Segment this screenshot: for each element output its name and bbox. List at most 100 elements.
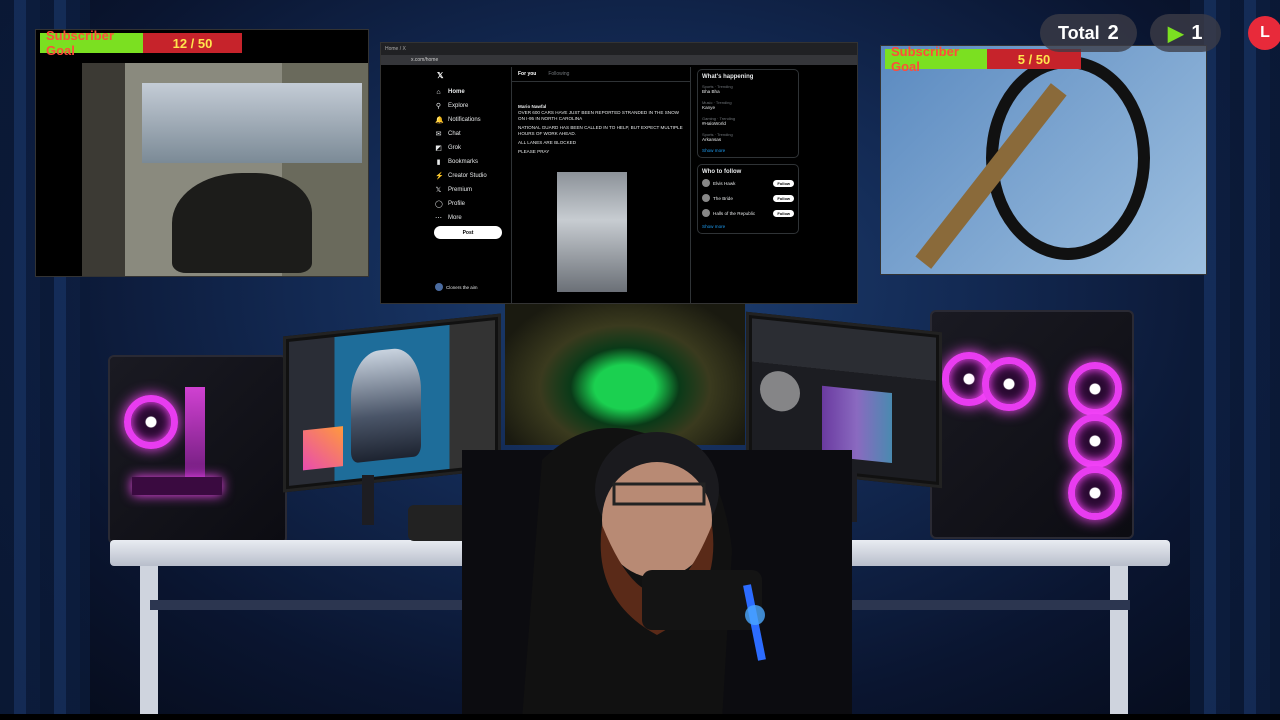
game-feed-left: Subscriber Goal 12 / 50 bbox=[35, 29, 369, 277]
play-value: 1 bbox=[1191, 21, 1203, 44]
post-button[interactable]: Post bbox=[434, 226, 502, 239]
nav-item-chat[interactable]: ✉ Chat bbox=[435, 127, 507, 141]
person-icon: ◯ bbox=[435, 201, 443, 208]
fan-light bbox=[1068, 466, 1122, 520]
goal-label: Subscriber Goal bbox=[891, 45, 959, 74]
bookmark-icon: ▮ bbox=[436, 159, 441, 166]
play-counter: ▶ 1 bbox=[1150, 14, 1221, 52]
trend-item[interactable]: Gaming · Trending #HaloWorld bbox=[702, 116, 794, 126]
nav-item-premium[interactable]: 𝕏 Premium bbox=[435, 183, 507, 197]
tweet-author[interactable]: Mario Nawfal bbox=[518, 104, 546, 109]
lightning-icon: ⚡ bbox=[435, 173, 444, 180]
total-label: Total bbox=[1058, 22, 1100, 43]
nav-item-profile[interactable]: ◯ Profile bbox=[435, 197, 507, 211]
x-feed: For you Following Mario Nawfal OVER 600 … bbox=[511, 67, 691, 303]
nav-label: Creator Studio bbox=[448, 173, 487, 179]
tweet-video[interactable] bbox=[557, 172, 627, 292]
nav-item-more[interactable]: ⋯ More bbox=[435, 211, 507, 225]
url-text: x.com/home bbox=[411, 57, 439, 63]
home-icon: ⌂ bbox=[436, 88, 441, 96]
account-name: Cloners the aim bbox=[446, 284, 478, 290]
nav-item-home[interactable]: ⌂ Home bbox=[435, 85, 507, 99]
fan-light bbox=[1068, 362, 1122, 416]
nav-item-bookmarks[interactable]: ▮ Bookmarks bbox=[435, 155, 507, 169]
address-bar[interactable]: x.com/home bbox=[381, 55, 857, 65]
nav-item-explore[interactable]: ⚲ Explore bbox=[435, 99, 507, 113]
tweet-line: NATIONAL GUARD HAS BEEN CALLED IN TO HEL… bbox=[518, 125, 683, 136]
game-feed-right: Subscriber Goal 5 / 50 bbox=[880, 45, 1207, 275]
fan-light bbox=[124, 395, 178, 449]
follow-button[interactable]: Follow bbox=[773, 179, 794, 187]
tweet[interactable]: Mario Nawfal OVER 600 CARS HAVE JUST BEE… bbox=[512, 100, 690, 159]
goal-progress: 12 / 50 bbox=[172, 35, 213, 51]
follow-title: Who to follow bbox=[702, 169, 742, 175]
total-value: 2 bbox=[1107, 21, 1119, 44]
nav-label: Notifications bbox=[448, 117, 481, 123]
nav-item-grok[interactable]: ◩ Grok bbox=[435, 141, 507, 155]
tab-for-you[interactable]: For you bbox=[518, 71, 536, 77]
bell-icon: 🔔 bbox=[435, 117, 444, 124]
tweet-line: PLEASE PRAY bbox=[518, 149, 550, 154]
nav-label: Grok bbox=[448, 145, 462, 151]
nav-label: Home bbox=[448, 89, 465, 95]
subscriber-goal-right: Subscriber Goal 5 / 50 bbox=[885, 46, 1081, 74]
feed-tabs: For you Following bbox=[512, 67, 690, 82]
account-switcher[interactable]: Cloners the aim bbox=[435, 283, 478, 291]
goal-label: Subscriber Goal bbox=[46, 29, 114, 58]
avatar bbox=[435, 283, 443, 291]
trend-item[interactable]: Sports · Trending Arkansas bbox=[702, 132, 794, 142]
tweet-line: ALL LANES ARE BLOCKED bbox=[518, 140, 577, 145]
streamer-webcam bbox=[462, 428, 852, 720]
show-more-link[interactable]: Show more bbox=[702, 148, 794, 153]
nav-label: Profile bbox=[448, 201, 466, 207]
avatar bbox=[702, 179, 710, 187]
follow-row[interactable]: Halls of the Republic Follow bbox=[702, 209, 794, 217]
search-icon: ⚲ bbox=[435, 103, 442, 110]
nav-item-creator-studio[interactable]: ⚡ Creator Studio bbox=[435, 169, 507, 183]
trend-item[interactable]: Sports · Trending Bha Bha bbox=[702, 84, 794, 94]
follow-button[interactable]: Follow bbox=[773, 194, 794, 202]
x-sidebar-nav: ⌂ Home ⚲ Explore 🔔 Notifications ✉ Chat ◩ Grok ▮ Bo… bbox=[435, 85, 507, 225]
subscriber-goal-left: Subscriber Goal 12 / 50 bbox=[40, 30, 242, 58]
trend-item[interactable]: Music · Trending Kanye bbox=[702, 100, 794, 110]
follow-button[interactable]: Follow bbox=[773, 209, 794, 217]
who-to-follow-box: Who to follow Elvis Hawk Follow The Bride… bbox=[697, 164, 799, 234]
nav-label: Chat bbox=[448, 131, 461, 137]
browser-window: Home / X x.com/home 𝕏 ⌂ Home ⚲ Explore 🔔 Noti… bbox=[380, 42, 858, 304]
rec-label: L bbox=[1260, 24, 1270, 41]
pc-case-right bbox=[930, 310, 1134, 539]
more-icon: ⋯ bbox=[435, 215, 442, 222]
follow-row[interactable]: The Bride Follow bbox=[702, 194, 794, 202]
tab-title[interactable]: Home / X bbox=[385, 46, 406, 52]
tweet-body: OVER 600 CARS HAVE JUST BEEN REPORTED ST… bbox=[518, 110, 679, 121]
rec-badge: L bbox=[1248, 16, 1280, 50]
stream-scene: Subscriber Goal 12 / 50 Subscriber Goal … bbox=[0, 0, 1280, 720]
goal-progress: 5 / 50 bbox=[1017, 51, 1051, 67]
x-icon: 𝕏 bbox=[435, 187, 442, 194]
fan-light bbox=[1068, 414, 1122, 468]
trends-box: What's happening Sports · Trending Bha Bh… bbox=[697, 69, 799, 158]
bottom-edge bbox=[0, 714, 1280, 720]
tab-following[interactable]: Following bbox=[548, 71, 569, 77]
follow-row[interactable]: Elvis Hawk Follow bbox=[702, 179, 794, 187]
happening-title: What's happening bbox=[702, 74, 754, 80]
desk-leg bbox=[140, 566, 158, 716]
avatar bbox=[702, 209, 710, 217]
fan-light bbox=[982, 357, 1036, 411]
total-counter: Total 2 bbox=[1040, 14, 1137, 52]
show-more-link[interactable]: Show more bbox=[702, 224, 794, 229]
monitor-stand bbox=[362, 475, 374, 525]
nav-label: More bbox=[448, 215, 462, 221]
nav-label: Bookmarks bbox=[448, 159, 479, 165]
avatar bbox=[702, 194, 710, 202]
pc-case-left bbox=[108, 355, 287, 544]
x-right-sidebar: What's happening Sports · Trending Bha Bh… bbox=[697, 69, 799, 240]
grok-icon: ◩ bbox=[435, 145, 442, 152]
desk-leg bbox=[1110, 566, 1128, 716]
chat-icon: ✉ bbox=[435, 131, 442, 138]
nav-label: Explore bbox=[448, 103, 469, 109]
play-icon: ▶ bbox=[1168, 22, 1184, 45]
nav-item-notifications[interactable]: 🔔 Notifications bbox=[435, 113, 507, 127]
x-logo-icon[interactable]: 𝕏 bbox=[437, 71, 443, 80]
browser-tabbar: Home / X bbox=[381, 43, 857, 55]
